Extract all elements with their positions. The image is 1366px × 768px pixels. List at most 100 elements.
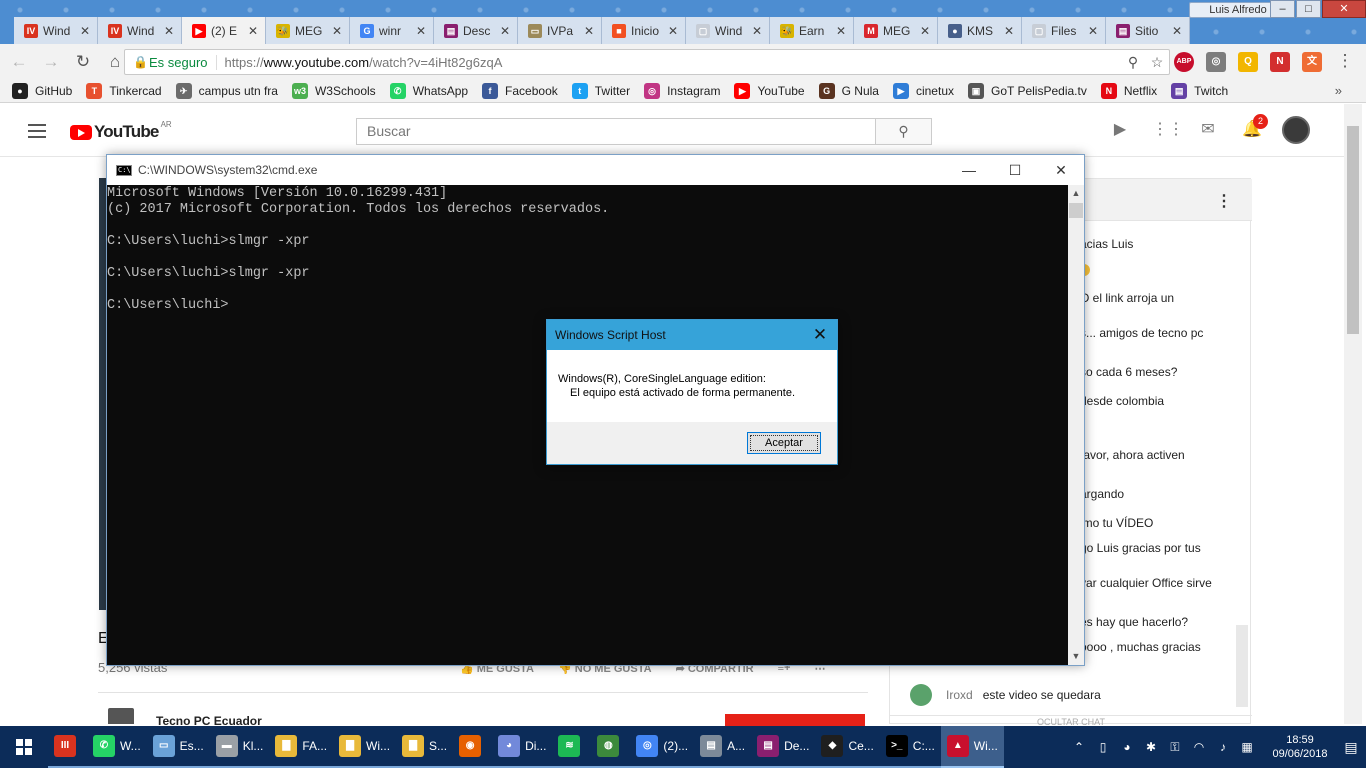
- secure-label[interactable]: Es seguro: [149, 54, 217, 70]
- taskbar-app[interactable]: ◆ Ce...: [815, 726, 880, 768]
- taskbar-app[interactable]: ▬ Kl...: [209, 726, 270, 768]
- taskbar-app[interactable]: ▭ Es...: [146, 726, 210, 768]
- bookmark-netflix[interactable]: N Netflix: [1100, 82, 1157, 99]
- channel-avatar[interactable]: [108, 708, 134, 724]
- tab-close-icon[interactable]: ✕: [247, 24, 259, 38]
- bookmark-youtube[interactable]: ▶ YouTube: [734, 82, 805, 99]
- dialog-title[interactable]: Windows Script Host: [547, 320, 837, 350]
- taskbar-app[interactable]: ≋: [552, 726, 592, 768]
- dialog-close-button[interactable]: ✕: [809, 320, 831, 350]
- maximize-button[interactable]: □: [1296, 0, 1321, 18]
- notifications-bell-icon[interactable]: 🔔 2: [1240, 114, 1268, 142]
- youtube-logo[interactable]: YouTube AR: [70, 120, 172, 142]
- tray-icon[interactable]: ◠: [1188, 740, 1210, 754]
- cmd-titlebar[interactable]: C:\ C:\WINDOWS\system32\cmd.exe — ☐ ✕: [107, 155, 1084, 185]
- action-center-icon[interactable]: ▤: [1336, 739, 1366, 756]
- taskbar-app[interactable]: III: [48, 726, 87, 768]
- tab-close-icon[interactable]: ✕: [1087, 24, 1099, 38]
- start-button[interactable]: [0, 726, 48, 768]
- tray-icon[interactable]: ⌃: [1068, 740, 1090, 754]
- tab-close-icon[interactable]: ✕: [1171, 24, 1183, 38]
- bookmark-tinkercad[interactable]: T Tinkercad: [86, 82, 162, 99]
- q-extension-icon[interactable]: Q: [1238, 52, 1258, 72]
- tab-close-icon[interactable]: ✕: [583, 24, 595, 38]
- upload-video-icon[interactable]: ▶: [1108, 118, 1132, 142]
- tab-close-icon[interactable]: ✕: [919, 24, 931, 38]
- bookmark-github[interactable]: ● GitHub: [12, 82, 72, 99]
- taskbar-app[interactable]: ▇ FA...: [269, 726, 334, 768]
- adblock-extension-icon[interactable]: ABP: [1174, 52, 1194, 72]
- ok-button[interactable]: Aceptar: [747, 432, 821, 454]
- taskbar-app[interactable]: ◎ (2)...: [630, 726, 695, 768]
- bookmark-instagram[interactable]: ◎ Instagram: [644, 82, 720, 99]
- tab-close-icon[interactable]: ✕: [667, 24, 679, 38]
- tab-close-icon[interactable]: ✕: [1003, 24, 1015, 38]
- forward-button[interactable]: →: [38, 49, 64, 75]
- bookmarks-more-icon[interactable]: »: [1335, 83, 1342, 98]
- star-icon[interactable]: ☆: [1145, 54, 1169, 71]
- bookmark-twitter[interactable]: t Twitter: [571, 82, 630, 99]
- cmd-scrollbar[interactable]: ▲ ▼: [1068, 185, 1084, 665]
- browser-tab[interactable]: IV Wind ✕: [14, 17, 98, 44]
- close-button[interactable]: ✕: [1322, 0, 1366, 18]
- bookmark-whatsapp[interactable]: ✆ WhatsApp: [389, 82, 468, 99]
- clock[interactable]: 18:59 09/06/2018: [1264, 733, 1336, 761]
- taskbar-app[interactable]: >_ C:...: [879, 726, 941, 768]
- search-button[interactable]: ⚲: [875, 118, 932, 145]
- translate-extension-icon[interactable]: 文: [1302, 52, 1322, 72]
- browser-tab[interactable]: ▢ Wind ✕: [686, 17, 770, 44]
- cmd-close-button[interactable]: ✕: [1038, 155, 1084, 185]
- tab-close-icon[interactable]: ✕: [79, 24, 91, 38]
- bookmark-campus-utn-fra[interactable]: ✈ campus utn fra: [175, 82, 278, 99]
- browser-tab[interactable]: ▶ (2) E ✕: [182, 17, 266, 44]
- chat-scrollbar[interactable]: [1236, 625, 1248, 707]
- bookmark-got-pelispedia-tv[interactable]: ▣ GoT PelisPedia.tv: [968, 82, 1087, 99]
- search-icon[interactable]: ⚲: [1121, 54, 1145, 71]
- bookmark-g-nula[interactable]: G G Nula: [818, 82, 879, 99]
- browser-tab[interactable]: Gwinr ✕: [350, 17, 434, 44]
- browser-tab[interactable]: ▢ Files ✕: [1022, 17, 1106, 44]
- cmd-scrollbar-thumb[interactable]: [1069, 203, 1083, 218]
- taskbar-app[interactable]: ▲ Wi...: [940, 726, 1004, 768]
- taskbar-app[interactable]: ▇ S...: [396, 726, 454, 768]
- browser-tab[interactable]: ▤ Desc ✕: [434, 17, 518, 44]
- apps-grid-icon[interactable]: ⋮⋮: [1152, 118, 1184, 142]
- browser-tab[interactable]: M MEG ✕: [854, 17, 938, 44]
- tray-icon[interactable]: ♪: [1212, 740, 1234, 754]
- n-extension-icon[interactable]: N: [1270, 52, 1290, 72]
- taskbar-app[interactable]: ▤ De...: [751, 726, 816, 768]
- browser-tab[interactable]: 🐝 MEG ✕: [266, 17, 350, 44]
- taskbar-app[interactable]: ✆ W...: [87, 726, 147, 768]
- browser-tab[interactable]: IV Wind ✕: [98, 17, 182, 44]
- address-bar[interactable]: 🔒 Es seguro https://www.youtube.com/watc…: [124, 49, 1170, 75]
- bookmark-twitch[interactable]: ▤ Twitch: [1171, 82, 1228, 99]
- search-input[interactable]: Buscar: [356, 118, 876, 145]
- tab-close-icon[interactable]: ✕: [331, 24, 343, 38]
- menu-icon[interactable]: [28, 124, 46, 138]
- scroll-up-icon[interactable]: ▲: [1068, 185, 1084, 202]
- tab-close-icon[interactable]: ✕: [751, 24, 763, 38]
- browser-tab[interactable]: ■ Inicio ✕: [602, 17, 686, 44]
- taskbar-app[interactable]: ◉: [453, 726, 493, 768]
- hide-chat-button[interactable]: OCULTAR CHAT: [890, 715, 1252, 725]
- browser-menu-icon[interactable]: ⋮: [1332, 48, 1358, 74]
- tray-icon[interactable]: ◕: [1116, 740, 1138, 754]
- bookmark-w3schools[interactable]: w3 W3Schools: [291, 82, 376, 99]
- taskbar-app[interactable]: ▤ A...: [694, 726, 752, 768]
- tray-icon[interactable]: ▯: [1092, 740, 1114, 754]
- taskbar-app[interactable]: ▇ Wi...: [333, 726, 397, 768]
- tray-icon[interactable]: ▦: [1236, 740, 1258, 754]
- ghost-extension-icon[interactable]: ◎: [1206, 52, 1226, 72]
- url-text[interactable]: https://www.youtube.com/watch?v=4iHt82g6…: [225, 55, 1121, 70]
- lock-icon[interactable]: 🔒: [133, 55, 149, 69]
- cmd-maximize-button[interactable]: ☐: [992, 155, 1038, 185]
- tray-icon[interactable]: ⚿: [1164, 740, 1186, 755]
- tab-close-icon[interactable]: ✕: [835, 24, 847, 38]
- browser-tab[interactable]: ▤ Sitio ✕: [1106, 17, 1190, 44]
- tab-close-icon[interactable]: ✕: [163, 24, 175, 38]
- messages-icon[interactable]: ✉: [1196, 118, 1220, 142]
- back-button[interactable]: ←: [6, 49, 32, 75]
- browser-tab[interactable]: ● KMS ✕: [938, 17, 1022, 44]
- browser-tab[interactable]: ▭ IVPa ✕: [518, 17, 602, 44]
- cmd-minimize-button[interactable]: —: [946, 155, 992, 185]
